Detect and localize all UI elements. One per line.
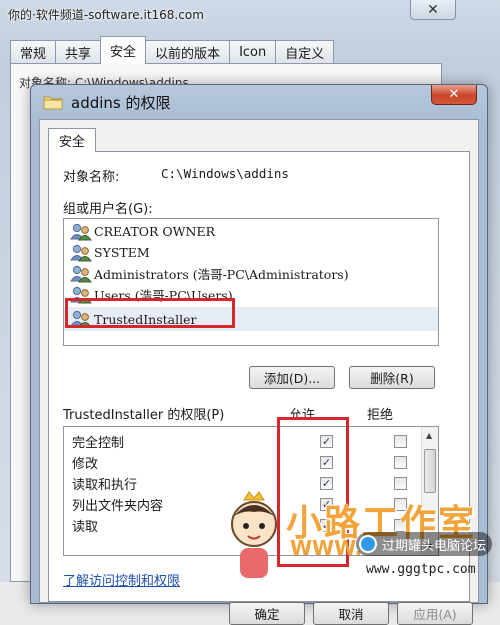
ok-button[interactable]: 确定 [229, 602, 305, 625]
scroll-up-icon[interactable]: ▲ [426, 431, 432, 440]
groups-list[interactable]: CREATOR OWNER SYSTEM Administrators (浩哥-PC… [63, 218, 439, 346]
permission-row: 完全控制 ✓ [64, 431, 420, 452]
group-item[interactable]: SYSTEM [64, 242, 438, 263]
forum-logo-icon [359, 535, 377, 553]
permission-name: 修改 [72, 457, 99, 472]
folder-icon [43, 96, 63, 110]
permission-name: 读取 [72, 520, 99, 535]
cancel-button[interactable]: 取消 [313, 602, 389, 625]
help-link[interactable]: 了解访问控制和权限 [63, 570, 180, 589]
deny-checkbox[interactable] [394, 456, 407, 469]
deny-checkbox[interactable] [394, 477, 407, 490]
dialog-title: addins 的权限 [71, 94, 171, 112]
close-icon: ✕ [427, 1, 439, 18]
apply-button[interactable]: 应用(A) [397, 602, 473, 625]
permission-row: 修改 ✓ [64, 452, 420, 473]
groups-label: 组或用户名(G): [63, 202, 153, 217]
tab-previous-versions[interactable]: 以前的版本 [145, 40, 231, 64]
tab-icon[interactable]: Icon [229, 40, 277, 64]
close-icon: ✕ [448, 87, 460, 102]
permission-name: 列出文件夹内容 [72, 499, 164, 514]
user-group-icon [70, 223, 92, 241]
user-group-icon [70, 244, 92, 262]
watermark-www: WWW. [290, 536, 363, 560]
permission-name: 完全控制 [72, 436, 125, 451]
object-name-label: 对象名称: [63, 170, 120, 185]
user-group-icon [70, 265, 92, 283]
watermark-top: 你的·软件频道-software.it168.com [8, 8, 204, 22]
watermark-url: www.gggtpc.com [366, 562, 476, 577]
group-name: SYSTEM [94, 245, 150, 260]
object-name-value: C:\Windows\addins [161, 166, 289, 181]
watermark-forum-text: 过期罐头电脑论坛 [382, 538, 487, 554]
group-item[interactable]: CREATOR OWNER [64, 221, 438, 242]
tab-customize[interactable]: 自定义 [275, 40, 335, 64]
group-item[interactable]: Administrators (浩哥-PC\Administrators) [64, 263, 438, 284]
add-button[interactable]: 添加(D)... [249, 366, 335, 389]
scroll-thumb[interactable] [424, 449, 436, 493]
tab-security[interactable]: 安全 [100, 36, 147, 64]
dialog-close-button[interactable]: ✕ [431, 85, 477, 105]
permissions-header: TrustedInstaller 的权限(P) [63, 408, 225, 423]
permission-name: 读取和执行 [72, 478, 138, 493]
dialog-titlebar: addins 的权限 ✕ [31, 85, 487, 115]
remove-button[interactable]: 删除(R) [349, 366, 435, 389]
group-name: Administrators (浩哥-PC\Administrators) [94, 267, 349, 282]
deny-column-header: 拒绝 [367, 408, 394, 423]
selected-group-highlight [65, 298, 235, 328]
mascot-icon [231, 491, 277, 578]
deny-checkbox[interactable] [394, 435, 407, 448]
close-button[interactable]: ✕ [410, 0, 456, 20]
tab-security-dialog[interactable]: 安全 [48, 128, 97, 152]
tab-general[interactable]: 常规 [10, 40, 57, 64]
properties-tab-strip: 常规 共享 安全 以前的版本 Icon 自定义 [10, 36, 442, 64]
group-name: CREATOR OWNER [94, 224, 215, 239]
dialog-tab-strip: 安全 [48, 128, 97, 152]
tab-sharing[interactable]: 共享 [55, 40, 102, 64]
watermark-forum-badge: 过期罐头电脑论坛 [356, 532, 493, 556]
